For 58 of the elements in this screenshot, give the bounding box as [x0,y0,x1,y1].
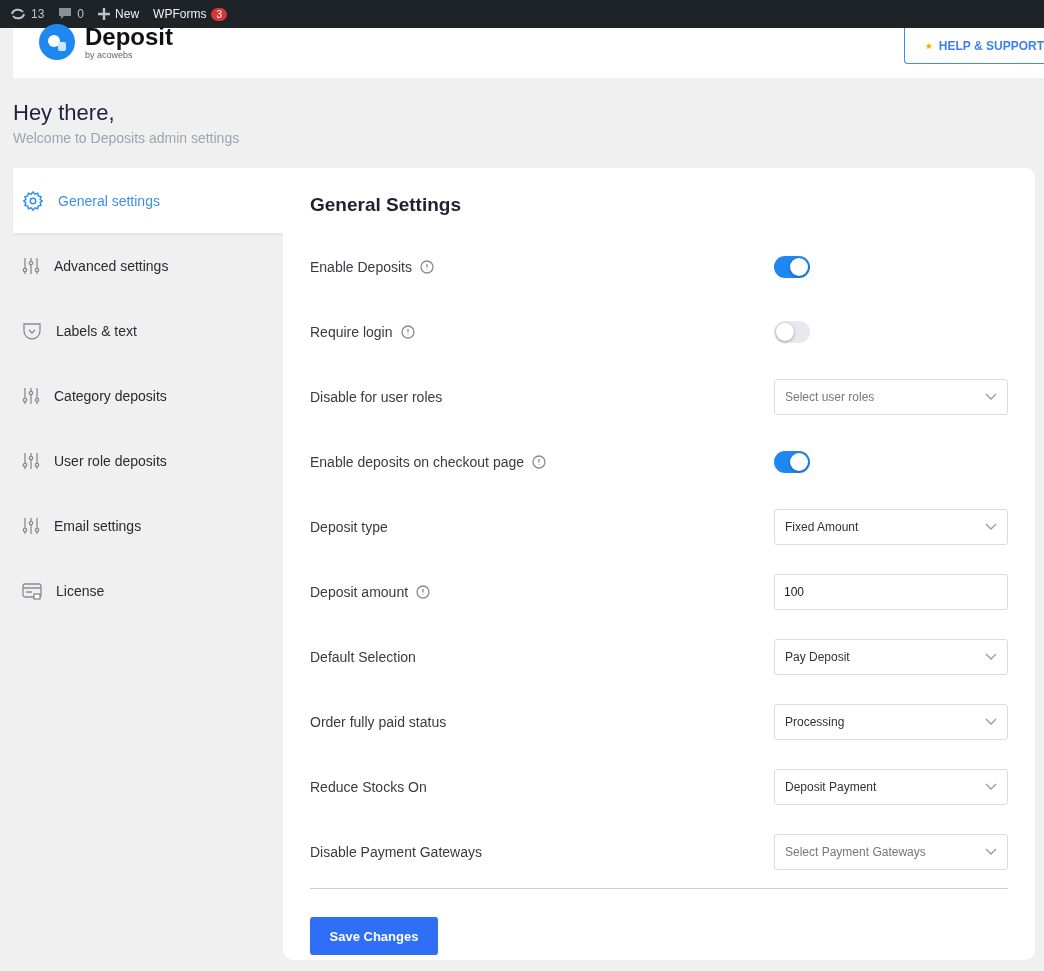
sidebar-item[interactable]: License [13,558,283,623]
chevron-down-icon [985,653,997,661]
save-button[interactable]: Save Changes [310,917,438,955]
select-dropdown[interactable]: Select user roles [774,379,1008,415]
setting-label: Disable for user roles [310,389,443,405]
select-dropdown[interactable]: Deposit Payment [774,769,1008,805]
setting-label: Default Selection [310,649,416,665]
chevron-down-icon [985,783,997,791]
chevron-down-icon [985,848,997,856]
setting-label: Deposit type [310,519,388,535]
panel-title: General Settings [310,194,462,216]
refresh-icon[interactable] [10,7,26,21]
sidebar-item[interactable]: User role deposits [13,428,283,493]
sidebar-item[interactable]: Labels & text [13,298,283,363]
sliders-icon [22,516,40,535]
info-icon[interactable] [532,455,547,469]
toggle-switch[interactable] [774,256,810,278]
new-link[interactable]: New [115,7,140,21]
greeting-subtitle: Welcome to Deposits admin settings [13,130,241,146]
setting-label: Require login [310,324,393,340]
logo-title: Deposit [85,24,173,50]
chevron-down-icon [985,523,997,531]
sidebar-item[interactable]: Email settings [13,493,283,558]
logo-subtitle: by acowebs [85,50,133,60]
chevron-down-icon [985,393,997,401]
info-icon[interactable] [400,325,415,339]
settings-icon [22,189,44,212]
chevron-down-icon [985,718,997,726]
comment-icon[interactable] [58,7,73,21]
notification-badge: 3 [211,7,227,21]
sliders-icon [22,256,40,275]
toggle-switch[interactable] [774,321,810,343]
comments-count[interactable]: 0 [77,7,85,21]
sidebar-item[interactable]: Advanced settings [13,233,283,298]
setting-label: Reduce Stocks On [310,779,427,795]
pocket-icon [22,320,42,341]
sliders-icon [22,451,40,470]
select-dropdown[interactable]: Pay Deposit [774,639,1008,675]
toggle-switch[interactable] [774,451,810,473]
select-dropdown[interactable]: Fixed Amount [774,509,1008,545]
sliders-icon [22,386,40,405]
setting-label: Enable Deposits [310,259,412,275]
select-dropdown[interactable]: Processing [774,704,1008,740]
card-icon [22,580,42,601]
setting-label: Enable deposits on checkout page [310,454,525,470]
setting-label: Disable Payment Gateways [310,844,482,860]
sidebar-item[interactable]: Category deposits [13,363,283,428]
info-icon[interactable] [416,585,431,599]
select-dropdown[interactable]: Select Payment Gateways [774,834,1008,870]
updates-count[interactable]: 13 [31,7,45,21]
info-icon[interactable] [419,260,434,274]
setting-label: Order fully paid status [310,714,447,730]
setting-label: Deposit amount [310,584,409,600]
plus-icon[interactable] [98,8,111,20]
help-support-button[interactable]: HELP & SUPPORT [904,28,1044,64]
input-field[interactable]: 100 [774,574,1008,610]
wpforms-link[interactable]: WPForms [153,7,207,21]
greeting-title: Hey there, [13,100,116,126]
